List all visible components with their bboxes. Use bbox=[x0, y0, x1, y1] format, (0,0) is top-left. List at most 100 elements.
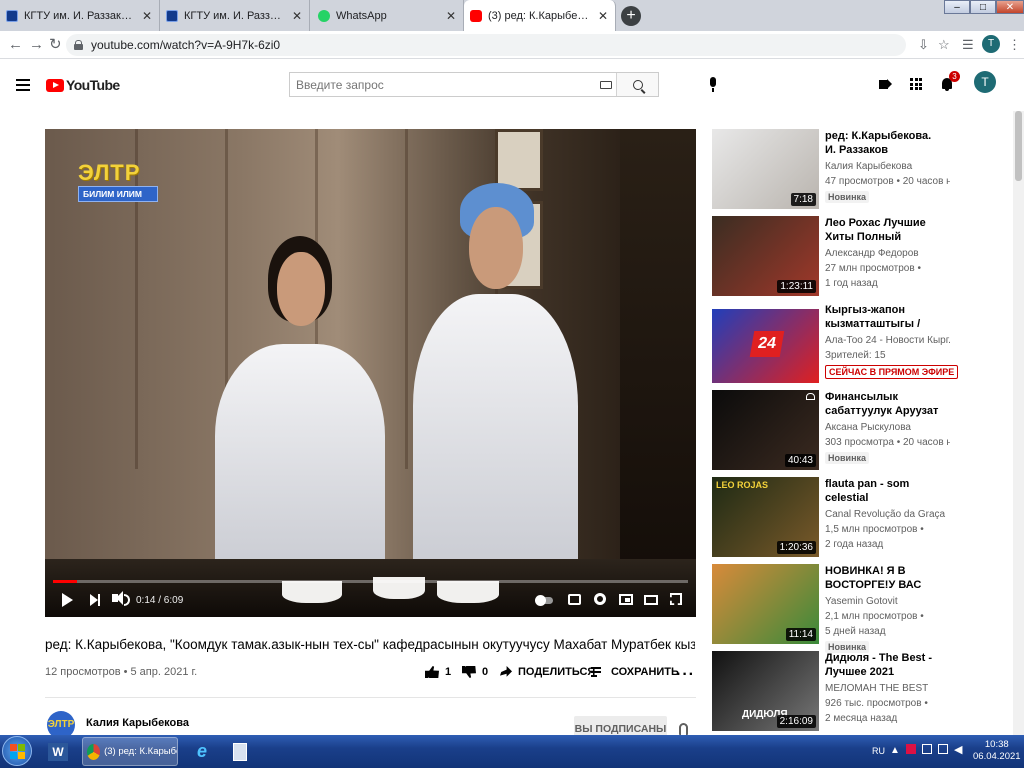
recommendation-card[interactable]: ДИДЮЛЯ 2:16:09 Дидюля - The Best - Лучшее … bbox=[712, 651, 1012, 731]
share-button[interactable]: ПОДЕЛИТЬСЯ bbox=[500, 666, 595, 678]
internet-explorer-taskbar-icon[interactable]: e bbox=[188, 737, 216, 766]
next-icon[interactable] bbox=[90, 594, 100, 606]
apps-grid-icon[interactable] bbox=[910, 78, 922, 90]
fullscreen-icon[interactable] bbox=[670, 593, 682, 605]
back-arrow-icon[interactable]: ← bbox=[8, 37, 23, 53]
tray-app-icon[interactable] bbox=[906, 744, 916, 754]
recommendation-card[interactable]: 7:18 ред: К.Карыбекова. И. Раззаков ат.те… bbox=[712, 129, 1012, 209]
recommendation-title[interactable]: Финансылык сабаттуулук Аруузат bbox=[825, 390, 945, 418]
recommendation-channel[interactable]: Аксана Рыскулова bbox=[825, 422, 950, 433]
reading-list-icon[interactable]: ☰ bbox=[962, 37, 974, 53]
recommendation-channel[interactable]: Александр Федоров bbox=[825, 248, 950, 259]
calculator-taskbar-icon[interactable] bbox=[226, 737, 254, 766]
browser-tab-4[interactable]: (3) ред: К.Карыбекова, "Коомд ✕ bbox=[464, 0, 616, 31]
recommendation-channel[interactable]: Canal Revolução da Graça bbox=[825, 509, 950, 520]
browser-tab-3[interactable]: WhatsApp ✕ bbox=[312, 0, 464, 31]
recommendation-thumbnail[interactable]: 24 bbox=[712, 303, 819, 383]
recommendation-title[interactable]: НОВИНКА! Я В ВОСТОРГЕ!У ВАС ЕСТЬ КЕФИР?Г… bbox=[825, 564, 945, 592]
start-button[interactable] bbox=[2, 736, 32, 766]
save-button[interactable]: СОХРАНИТЬ bbox=[591, 666, 679, 678]
tab-close-icon[interactable]: ✕ bbox=[597, 9, 609, 23]
new-tab-button[interactable]: + bbox=[621, 6, 641, 26]
more-actions-icon[interactable]: ··· bbox=[676, 667, 695, 683]
recommendation-card[interactable]: 40:43 Финансылык сабаттуулук Аруузат Аксан… bbox=[712, 390, 1012, 470]
recommendation-channel[interactable]: МЕЛОМАН THE BEST bbox=[825, 683, 950, 694]
recommendation-card[interactable]: 11:14 НОВИНКА! Я В ВОСТОРГЕ!У ВАС ЕСТЬ КЕ… bbox=[712, 564, 1012, 653]
theater-mode-icon[interactable] bbox=[644, 595, 658, 605]
recommendation-card[interactable]: 1:23:11 Лео Рохас Лучшие Хиты Полный Альб… bbox=[712, 216, 1012, 296]
flag-icon[interactable] bbox=[922, 744, 932, 754]
dislike-button[interactable]: 0 bbox=[462, 666, 488, 678]
subscription-bell-icon[interactable] bbox=[679, 723, 688, 735]
recommendation-stats: 27 млн просмотров • bbox=[825, 263, 921, 274]
recommendation-stats: Зрителей: 15 bbox=[825, 350, 886, 361]
video-player[interactable]: ЭЛТР БИЛИМ ИЛИМ 0:14 / 6:09 bbox=[45, 129, 696, 617]
recommendation-thumbnail[interactable]: 11:14 bbox=[712, 564, 819, 644]
browser-tab-2[interactable]: КГТУ им. И. Раззакова ✕ bbox=[160, 0, 310, 31]
recommendation-channel[interactable]: Калия Карыбекова bbox=[825, 161, 950, 172]
recommendation-channel[interactable]: Yasemin Gotovit bbox=[825, 596, 950, 607]
recommendation-title[interactable]: Дидюля - The Best - Лучшее 2021 bbox=[825, 651, 945, 679]
recommendation-title[interactable]: flauta pan - som celestial bbox=[825, 477, 945, 505]
tab-close-icon[interactable]: ✕ bbox=[141, 9, 153, 23]
url-omnibox[interactable]: youtube.com/watch?v=A-9H7k-6zi0 bbox=[66, 34, 906, 56]
search-input[interactable] bbox=[290, 73, 596, 96]
page-scrollbar[interactable] bbox=[1013, 111, 1024, 735]
recommendation-thumbnail[interactable]: 1:23:11 bbox=[712, 216, 819, 296]
tab-close-icon[interactable]: ✕ bbox=[291, 9, 303, 23]
scrollbar-thumb[interactable] bbox=[1015, 111, 1022, 181]
chrome-taskbar-item[interactable]: (3) ред: К.Карыбек... bbox=[82, 737, 178, 766]
speaker-icon[interactable]: ◀ bbox=[954, 743, 962, 756]
tray-expand-icon[interactable]: ▲ bbox=[890, 745, 900, 756]
miniplayer-icon[interactable] bbox=[619, 594, 633, 605]
video-duration: 40:43 bbox=[784, 454, 816, 467]
thumbs-up-icon bbox=[425, 666, 439, 678]
forward-arrow-icon[interactable]: → bbox=[29, 37, 44, 53]
youtube-favicon-icon bbox=[470, 9, 482, 22]
recommendation-thumbnail[interactable]: ДИДЮЛЯ 2:16:09 bbox=[712, 651, 819, 731]
taskbar-clock[interactable]: 10:38 06.04.2021 bbox=[973, 739, 1021, 763]
recommendation-title[interactable]: ред: К.Карыбекова. И. Раззаков ат.тех.ун… bbox=[825, 129, 945, 157]
reload-icon[interactable]: ↻ bbox=[49, 37, 62, 53]
progress-bar[interactable] bbox=[53, 580, 688, 583]
install-icon[interactable]: ⇩ bbox=[918, 37, 929, 53]
recommendation-title[interactable]: Лео Рохас Лучшие Хиты Полный Альбом !!! bbox=[825, 216, 945, 244]
recommendation-thumbnail[interactable]: 40:43 bbox=[712, 390, 819, 470]
recommendation-title[interactable]: Кыргыз-жапон кызматташтыгы / ИШ... bbox=[825, 303, 945, 331]
autoplay-toggle[interactable] bbox=[535, 595, 553, 606]
subtitles-icon[interactable] bbox=[568, 594, 581, 605]
hamburger-menu-icon[interactable] bbox=[16, 79, 30, 91]
settings-gear-icon[interactable] bbox=[594, 593, 606, 605]
microphone-icon[interactable] bbox=[708, 77, 718, 93]
search-box bbox=[289, 72, 659, 97]
search-button[interactable] bbox=[616, 73, 658, 96]
close-window-button[interactable]: ✕ bbox=[996, 0, 1024, 14]
recommendation-thumbnail[interactable]: 7:18 bbox=[712, 129, 819, 209]
play-icon[interactable] bbox=[62, 593, 73, 607]
word-taskbar-icon[interactable]: W bbox=[44, 737, 72, 766]
youtube-wordmark: YouTube bbox=[66, 77, 120, 93]
account-avatar[interactable]: T bbox=[974, 71, 996, 93]
volume-icon[interactable] bbox=[112, 591, 123, 605]
recommendation-stats: 47 просмотров • 20 часов назад bbox=[825, 176, 950, 187]
browser-profile-avatar[interactable]: T bbox=[982, 35, 1000, 53]
recommendation-channel[interactable]: Ала-Тоо 24 - Новости Кырг...✓ bbox=[825, 335, 950, 346]
cloud-icon bbox=[806, 393, 815, 400]
language-indicator[interactable]: RU bbox=[872, 746, 885, 756]
minimize-button[interactable]: – bbox=[944, 0, 970, 14]
recommendation-card[interactable]: LEO ROJAS 1:20:36 flauta pan - som celesti… bbox=[712, 477, 1012, 557]
tab-close-icon[interactable]: ✕ bbox=[445, 9, 457, 23]
browser-menu-icon[interactable]: ⋮ bbox=[1008, 37, 1021, 53]
share-label: ПОДЕЛИТЬСЯ bbox=[518, 666, 596, 678]
like-button[interactable]: 1 bbox=[425, 666, 451, 678]
browser-tab-1[interactable]: КГТУ им. И. Раззакова ✕ bbox=[0, 0, 160, 31]
network-icon[interactable] bbox=[938, 744, 948, 754]
recommendation-thumbnail[interactable]: LEO ROJAS 1:20:36 bbox=[712, 477, 819, 557]
recommendation-card[interactable]: 24 Кыргыз-жапон кызматташтыгы / ИШ... Ала-… bbox=[712, 303, 1012, 383]
channel-name[interactable]: Калия Карыбекова bbox=[86, 717, 189, 729]
tab-title: WhatsApp bbox=[336, 9, 387, 22]
maximize-button[interactable]: □ bbox=[970, 0, 996, 14]
bookmark-star-icon[interactable]: ☆ bbox=[938, 37, 950, 53]
youtube-logo[interactable]: YouTube bbox=[46, 77, 120, 93]
keyboard-icon[interactable] bbox=[596, 73, 616, 96]
